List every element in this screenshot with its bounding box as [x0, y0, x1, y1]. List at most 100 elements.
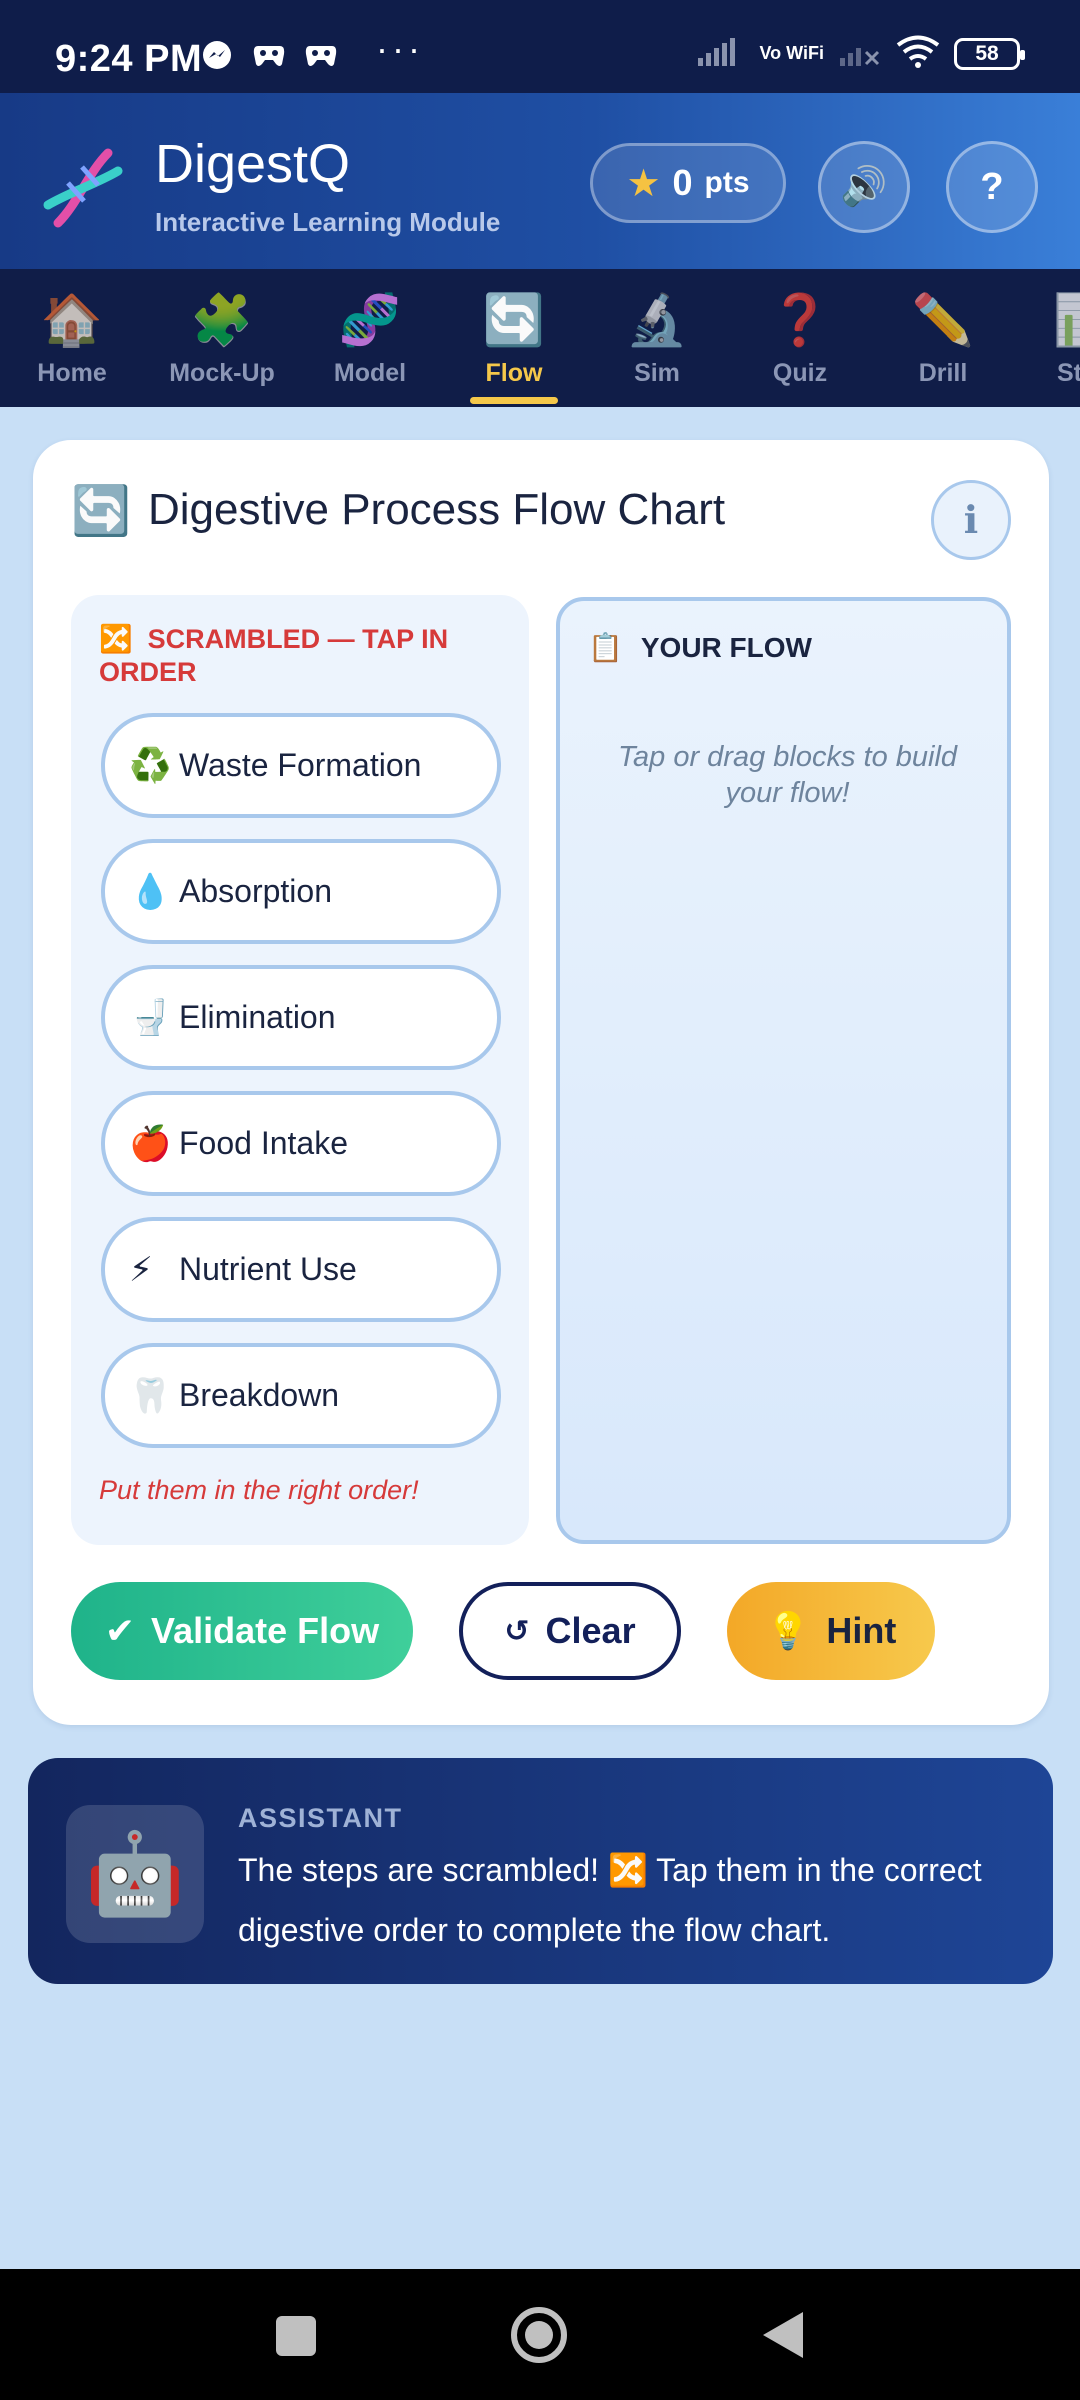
tab-label: St — [1057, 359, 1080, 387]
validate-label: Validate Flow — [151, 1610, 380, 1651]
shuffle-icon: 🔀 — [99, 624, 133, 654]
back-button[interactable] — [763, 2312, 803, 2358]
tab-label: Flow — [485, 359, 543, 387]
scrambled-steps-panel: 🔀 SCRAMBLED — TAP IN ORDER ♻️ Waste Form… — [71, 595, 529, 1545]
lightning-icon: ⚡ — [129, 1250, 153, 1289]
step-label: Nutrient Use — [179, 1251, 357, 1287]
dna-logo-icon — [38, 143, 128, 233]
help-button[interactable]: ? — [946, 141, 1038, 233]
tab-label: Home — [37, 359, 107, 387]
home-button[interactable] — [511, 2307, 567, 2363]
info-button[interactable]: ℹ — [931, 480, 1011, 560]
status-time: 9:24 PM — [55, 38, 203, 80]
hint-button[interactable]: 💡 Hint — [727, 1582, 935, 1680]
signal-icon — [696, 34, 746, 73]
puzzle-icon: 🧩 — [190, 292, 254, 348]
robot-icon: 🤖 — [85, 1829, 185, 1918]
tab-stats[interactable]: 📊 St — [1017, 291, 1080, 388]
tab-quiz[interactable]: ❓ Quiz — [730, 291, 870, 388]
lightbulb-icon: 💡 — [765, 1610, 811, 1651]
scrambled-header: 🔀 SCRAMBLED — TAP IN ORDER — [99, 623, 499, 689]
star-icon: ★ — [626, 162, 661, 205]
assistant-panel: 🤖 ASSISTANT The steps are scrambled! 🔀 T… — [28, 1758, 1053, 1984]
flow-chart-card: 🔄 Digestive Process Flow Chart ℹ 🔀 SCRAM… — [33, 440, 1049, 1725]
cycle-arrows-icon: 🔄 — [482, 292, 546, 348]
apple-icon: 🍎 — [129, 1124, 172, 1163]
recent-apps-button[interactable] — [276, 2316, 316, 2356]
points-label: pts — [704, 166, 750, 199]
microscope-icon: 🔬 — [625, 292, 689, 348]
toilet-icon: 🚽 — [129, 998, 172, 1037]
points-badge[interactable]: ★ 0 pts — [590, 143, 786, 223]
validate-flow-button[interactable]: ✔ Validate Flow — [71, 1582, 413, 1680]
game-controller-icon — [304, 38, 338, 72]
system-navigation-bar — [0, 2269, 1080, 2400]
your-flow-placeholder: Tap or drag blocks to build your flow! — [617, 741, 958, 809]
tab-label: Drill — [918, 359, 968, 387]
tab-label: Model — [333, 359, 407, 387]
house-icon: 🏠 — [40, 292, 104, 348]
card-title: Digestive Process Flow Chart — [148, 485, 726, 534]
your-flow-dropzone[interactable]: 📋 YOUR FLOW Tap or drag blocks to build … — [556, 597, 1011, 1544]
assistant-message: The steps are scrambled! 🔀 Tap them in t… — [238, 1852, 982, 1948]
checkmark-icon: ✔ — [104, 1610, 136, 1651]
scrambled-instruction: Put them in the right order! — [99, 1475, 419, 1505]
tab-drill[interactable]: ✏️ Drill — [873, 291, 1013, 388]
tab-flow[interactable]: 🔄 Flow — [444, 291, 584, 388]
reset-icon: ↺ — [504, 1614, 530, 1648]
step-block-elimination[interactable]: 🚽 Elimination — [101, 965, 501, 1070]
clear-label: Clear — [545, 1610, 636, 1651]
clear-button[interactable]: ↺ Clear — [459, 1582, 681, 1680]
step-block-breakdown[interactable]: 🦷 Breakdown — [101, 1343, 501, 1448]
question-icon: ❓ — [768, 292, 832, 348]
step-block-nutrient-use[interactable]: ⚡ Nutrient Use — [101, 1217, 501, 1322]
info-icon: ℹ — [963, 499, 979, 542]
speaker-icon: 🔊 — [840, 166, 888, 208]
module-tab-bar: 🏠 Home 🧩 Mock-Up 🧬 Model 🔄 Flow 🔬 Sim ❓ … — [0, 269, 1080, 407]
pencil-icon: ✏️ — [911, 292, 975, 348]
game-controller-icon — [252, 38, 286, 72]
status-notification-icons: ··· — [200, 28, 424, 72]
tab-mock-up[interactable]: 🧩 Mock-Up — [152, 291, 292, 388]
step-label: Waste Formation — [179, 747, 422, 783]
step-block-absorption[interactable]: 💧 Absorption — [101, 839, 501, 944]
wifi-icon — [896, 34, 940, 73]
tab-label: Quiz — [772, 359, 828, 387]
step-label: Elimination — [179, 999, 336, 1035]
clipboard-icon: 📋 — [588, 632, 623, 663]
scrambled-header-text: SCRAMBLED — TAP IN ORDER — [99, 624, 449, 687]
cycle-arrows-icon: 🔄 — [71, 485, 131, 538]
app-title: DigestQ — [155, 134, 351, 194]
app-header: DigestQ Interactive Learning Module ★ 0 … — [0, 93, 1080, 269]
step-block-food-intake[interactable]: 🍎 Food Intake — [101, 1091, 501, 1196]
tooth-icon: 🦷 — [129, 1376, 172, 1415]
tab-home[interactable]: 🏠 Home — [2, 291, 142, 388]
step-label: Food Intake — [179, 1125, 348, 1161]
active-tab-indicator — [470, 397, 558, 404]
recycle-icon: ♻️ — [129, 746, 172, 785]
droplet-icon: 💧 — [129, 872, 172, 911]
tab-label: Sim — [634, 359, 680, 387]
tab-model[interactable]: 🧬 Model — [300, 291, 440, 388]
robot-avatar: 🤖 — [66, 1805, 204, 1943]
signal-off-icon — [838, 34, 882, 73]
points-value: 0 — [672, 162, 693, 203]
your-flow-title: YOUR FLOW — [640, 631, 812, 663]
dna-icon: 🧬 — [338, 292, 402, 348]
sound-button[interactable]: 🔊 — [818, 141, 910, 233]
hint-label: Hint — [826, 1610, 897, 1651]
step-label: Breakdown — [179, 1377, 340, 1413]
tab-label: Mock-Up — [169, 359, 275, 387]
question-mark-icon: ? — [980, 165, 1004, 208]
assistant-label: ASSISTANT — [238, 1803, 403, 1833]
messenger-icon — [200, 38, 234, 72]
battery-indicator: 58 — [954, 37, 1025, 70]
tab-sim[interactable]: 🔬 Sim — [587, 291, 727, 388]
vowifi-indicator: Vo WiFi — [759, 43, 825, 63]
status-bar: 9:24 PM ··· Vo WiFi 58 — [0, 0, 1080, 93]
step-block-waste-formation[interactable]: ♻️ Waste Formation — [101, 713, 501, 818]
status-system-icons: Vo WiFi 58 — [696, 34, 1025, 73]
more-notifications-icon: ··· — [376, 28, 424, 69]
app-subtitle: Interactive Learning Module — [155, 207, 501, 237]
your-flow-header: 📋 YOUR FLOW — [588, 631, 812, 664]
